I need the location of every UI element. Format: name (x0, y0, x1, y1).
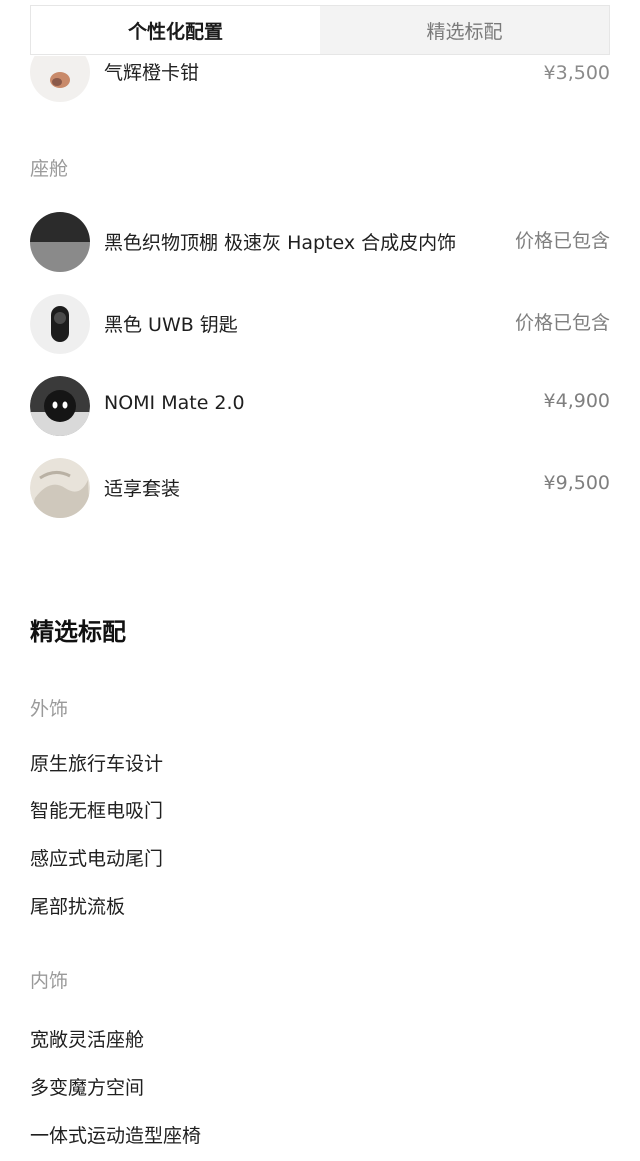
comfort-package-icon (30, 458, 90, 518)
option-price: 价格已包含 (514, 312, 610, 334)
option-row-caliper[interactable]: 气辉橙卡钳 ¥3,500 (0, 56, 640, 106)
feature-item: 一体式运动造型座椅 (30, 1125, 202, 1147)
option-row-interior[interactable]: 黑色织物顶棚 极速灰 Haptex 合成皮内饰 价格已包含 (0, 212, 640, 274)
feature-item: 智能无框电吸门 (30, 800, 164, 822)
section-label-cabin: 座舱 (30, 158, 69, 180)
caliper-name: 气辉橙卡钳 (104, 62, 200, 84)
caliper-price: ¥3,500 (543, 62, 610, 84)
uwb-key-icon (30, 294, 90, 354)
option-name: 黑色 UWB 钥匙 (104, 314, 238, 336)
option-row-nomi-mate[interactable]: NOMI Mate 2.0 ¥4,900 (0, 376, 640, 438)
config-tabs: 个性化配置 精选标配 (30, 5, 610, 55)
option-price: ¥9,500 (543, 472, 610, 494)
option-row-uwb-key[interactable]: 黑色 UWB 钥匙 价格已包含 (0, 294, 640, 356)
feature-item: 多变魔方空间 (30, 1077, 145, 1099)
caliper-icon (30, 56, 90, 102)
feature-item: 宽敞灵活座舱 (30, 1029, 145, 1051)
option-price: ¥4,900 (543, 390, 610, 412)
section-label-interior: 内饰 (30, 970, 69, 992)
option-price: 价格已包含 (514, 230, 610, 252)
feature-item: 原生旅行车设计 (30, 753, 164, 775)
option-name: 适享套装 (104, 478, 181, 500)
interior-swatch-icon (30, 212, 90, 272)
feature-item: 尾部扰流板 (30, 896, 126, 918)
feature-item: 感应式电动尾门 (30, 848, 164, 870)
option-name: NOMI Mate 2.0 (104, 392, 245, 414)
tab-standard-config[interactable]: 精选标配 (320, 6, 609, 54)
nomi-mate-icon (30, 376, 90, 436)
standard-config-title: 精选标配 (30, 618, 126, 646)
section-label-exterior: 外饰 (30, 698, 69, 720)
option-name: 黑色织物顶棚 极速灰 Haptex 合成皮内饰 (104, 232, 457, 254)
tab-personalized-config[interactable]: 个性化配置 (31, 6, 320, 54)
option-row-comfort-package[interactable]: 适享套装 ¥9,500 (0, 458, 640, 520)
